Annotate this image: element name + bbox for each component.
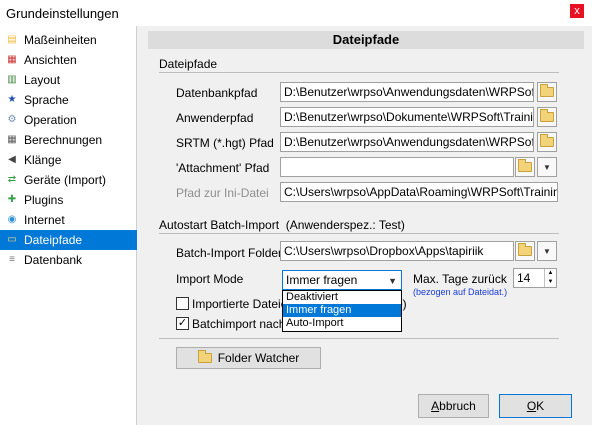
- dropdown-option[interactable]: Immer fragen: [283, 304, 401, 317]
- sidebar-item-label: Berechnungen: [24, 133, 103, 147]
- srtm-field[interactable]: D:\Benutzer\wrpso\Anwendungsdaten\WRPSof…: [280, 132, 534, 152]
- attachment-dropdown-button[interactable]: ▼: [537, 157, 557, 177]
- browse-srtm-button[interactable]: [537, 132, 557, 152]
- folder-icon: [197, 350, 212, 363]
- page-title: Dateipfade: [148, 31, 584, 49]
- sidebar-item[interactable]: ▦ Ansichten: [0, 50, 137, 70]
- datenbankpfad-label: Datenbankpfad: [176, 86, 258, 100]
- window-title: Grundeinstellungen: [6, 6, 119, 21]
- max-days-label: Max. Tage zurück: [413, 272, 507, 286]
- sidebar-item[interactable]: ◀ Klänge: [0, 150, 137, 170]
- folder-icon: [540, 84, 554, 97]
- database-icon: ≡: [9, 254, 15, 265]
- close-icon[interactable]: x: [570, 4, 584, 18]
- folder-icon: ▭: [7, 234, 17, 245]
- dropdown-option[interactable]: Auto-Import: [283, 317, 401, 330]
- import-files-label: Importierte Dateie: [192, 297, 288, 311]
- cancel-label: bbruch: [439, 399, 476, 413]
- datenbankpfad-field[interactable]: D:\Benutzer\wrpso\Anwendungsdaten\WRPSof…: [280, 82, 534, 102]
- sidebar-item[interactable]: ≡ Datenbank: [0, 250, 137, 270]
- divider: [159, 72, 559, 73]
- max-days-stepper[interactable]: 14 ▲ ▼: [513, 268, 557, 288]
- browse-anwender-button[interactable]: [537, 107, 557, 127]
- sidebar-item-label: Plugins: [24, 193, 64, 207]
- sidebar-item[interactable]: ▤ Maßeinheiten: [0, 30, 137, 50]
- chevron-down-icon: ▼: [543, 246, 551, 256]
- anwenderpfad-label: Anwenderpfad: [176, 111, 254, 125]
- section-title-batch: Autostart Batch-Import (Anwenderspez.: T…: [159, 218, 405, 232]
- ruler-icon: ▤: [7, 34, 17, 45]
- sidebar-item-label: Maßeinheiten: [24, 33, 97, 47]
- browse-batch-folder-button[interactable]: [515, 241, 535, 261]
- title-bar: Grundeinstellungen x: [0, 0, 592, 26]
- sidebar-item-label: Dateipfade: [24, 233, 83, 247]
- folder-icon: [540, 134, 554, 147]
- calendar-icon: ▦: [7, 54, 17, 65]
- section-title-dateipfade: Dateipfade: [159, 57, 218, 71]
- folder-watcher-button[interactable]: Folder Watcher: [176, 347, 321, 369]
- srtm-label: SRTM (*.hgt) Pfad: [176, 136, 274, 150]
- device-icon: ⇄: [7, 174, 17, 185]
- dropdown-option[interactable]: Deaktiviert: [283, 291, 401, 304]
- sidebar-item[interactable]: ★ Sprache: [0, 90, 137, 110]
- speaker-icon: ◀: [8, 154, 16, 165]
- cancel-button[interactable]: Abbruch: [418, 394, 489, 418]
- max-days-value: 14: [517, 271, 531, 285]
- import-mode-label: Import Mode: [176, 272, 244, 286]
- divider: [159, 233, 559, 234]
- flag-icon: ★: [7, 94, 17, 105]
- sidebar-item-label: Datenbank: [24, 253, 83, 267]
- wrench-icon: ⚙: [7, 114, 17, 125]
- max-days-hint: (bezogen auf Dateidat.): [413, 287, 508, 297]
- import-mode-dropdown: Deaktiviert Immer fragen Auto-Import: [282, 290, 402, 332]
- layout-icon: ▥: [7, 74, 17, 85]
- plugin-icon: ✚: [7, 194, 17, 205]
- folder-icon: [540, 109, 554, 122]
- sidebar-item-label: Internet: [24, 213, 65, 227]
- folder-watcher-label: Folder Watcher: [217, 351, 300, 365]
- ok-mnemonic: O: [526, 399, 537, 413]
- batch-folder-dropdown-button[interactable]: ▼: [537, 241, 557, 261]
- batch-note: (Anwenderspez.: Test): [285, 218, 405, 232]
- ini-field[interactable]: C:\Users\wrpso\AppData\Roaming\WRPSoft\T…: [280, 182, 558, 202]
- import-files-checkbox[interactable]: [176, 297, 189, 310]
- ok-button[interactable]: OK: [499, 394, 572, 418]
- sidebar-item-label: Geräte (Import): [24, 173, 107, 187]
- sidebar-item[interactable]: ⇄ Geräte (Import): [0, 170, 137, 190]
- sidebar: ▤ Maßeinheiten ▦ Ansichten ▥ Layout ★ Sprache ⚙ O…: [0, 26, 137, 425]
- batch-title: Autostart Batch-Import: [159, 218, 280, 232]
- batch-folder-field[interactable]: C:\Users\wrpso\Dropbox\Apps\tapiriik: [280, 241, 514, 261]
- sidebar-item[interactable]: ⚙ Operation: [0, 110, 137, 130]
- import-mode-value: Immer fragen: [286, 273, 358, 287]
- browse-attachment-button[interactable]: [515, 157, 535, 177]
- sidebar-item-label: Layout: [24, 73, 61, 87]
- sidebar-item[interactable]: ▭ Dateipfade: [0, 230, 137, 250]
- import-mode-select[interactable]: Immer fragen ▼: [282, 270, 402, 290]
- sidebar-item-label: Operation: [24, 113, 77, 127]
- sidebar-item-label: Ansichten: [24, 53, 77, 67]
- ok-label: K: [536, 399, 545, 413]
- sidebar-item[interactable]: ✚ Plugins: [0, 190, 137, 210]
- ini-label: Pfad zur Ini-Datei: [176, 186, 269, 200]
- chevron-down-icon: ▼: [388, 276, 397, 286]
- browse-datenbank-button[interactable]: [537, 82, 557, 102]
- calculator-icon: ▦: [7, 134, 17, 145]
- attachment-field[interactable]: [280, 157, 514, 177]
- sidebar-item[interactable]: ▥ Layout: [0, 70, 137, 90]
- anwenderpfad-field[interactable]: D:\Benutzer\wrpso\Dokumente\WRPSoft\Trai…: [280, 107, 534, 127]
- sidebar-item[interactable]: ▦ Berechnungen: [0, 130, 137, 150]
- folder-icon: [518, 159, 532, 172]
- globe-icon: ◉: [7, 214, 17, 225]
- folder-icon: [518, 243, 532, 256]
- cancel-mnemonic: A: [431, 399, 440, 413]
- sidebar-item-label: Klänge: [24, 153, 62, 167]
- sidebar-item[interactable]: ◉ Internet: [0, 210, 137, 230]
- stepper-arrows-icon[interactable]: ▲ ▼: [544, 269, 556, 287]
- chevron-down-icon: ▼: [543, 162, 551, 172]
- sidebar-item-label: Sprache: [24, 93, 69, 107]
- divider: [159, 338, 559, 339]
- attachment-label: 'Attachment' Pfad: [176, 161, 270, 175]
- batchimport-checkbox[interactable]: ✓: [176, 317, 189, 330]
- batch-folder-label: Batch-Import Folder: [176, 246, 283, 260]
